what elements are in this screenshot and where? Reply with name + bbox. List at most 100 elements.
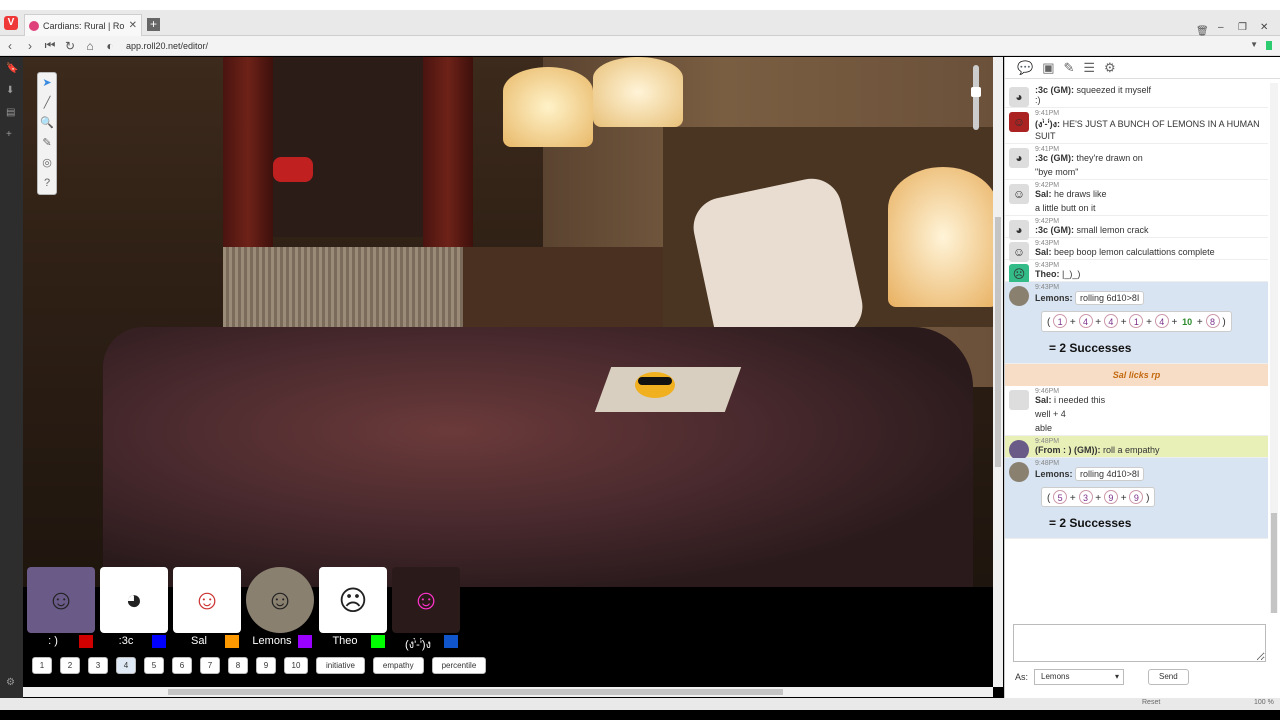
chat-message: ◕ :3c (GM): squeezed it myself :) <box>1005 83 1268 108</box>
avatar: ◕ <box>100 567 168 633</box>
player-color[interactable] <box>371 635 385 648</box>
send-button[interactable]: Send <box>1148 669 1189 685</box>
forward-icon[interactable]: › <box>20 39 40 53</box>
scroll-thumb[interactable] <box>995 217 1001 467</box>
chat-log[interactable]: ◕ :3c (GM): squeezed it myself :) ☺ 9:41… <box>1005 83 1268 613</box>
address-dropdown-icon[interactable]: ▼ <box>1250 40 1258 49</box>
avatar: ☺ <box>1009 112 1029 132</box>
player-smile[interactable]: ☺ : ) <box>27 567 95 649</box>
avatar: ☹ <box>319 567 387 633</box>
browser-tab[interactable]: Cardians: Rural | Roll20 ✕ <box>24 14 142 36</box>
draw-tool-icon[interactable]: ╱ <box>38 93 56 113</box>
url-field[interactable]: app.roll20.net/editor/ <box>126 41 208 51</box>
player-3c[interactable]: ◕ :3c <box>100 567 168 649</box>
chat-message: ☺ 9:41PM (ง'̀-'́)ง: HE'S JUST A BUNCH OF… <box>1005 108 1268 144</box>
art-library-tab-icon[interactable]: ▣ <box>1042 60 1054 76</box>
player-lemons[interactable]: ☺ Lemons <box>246 567 314 649</box>
close-window-icon[interactable]: ✕ <box>1260 22 1268 33</box>
lamp-3 <box>888 167 993 307</box>
avatar: ☺ <box>1009 184 1029 204</box>
chat-message: ☹ 9:43PM Theo: |_)_) <box>1005 260 1268 284</box>
macro-8-button[interactable]: 8 <box>228 657 248 674</box>
macro-1-button[interactable]: 1 <box>32 657 52 674</box>
die-result: 9 <box>1103 490 1118 504</box>
zoom-level: 100 % <box>1254 699 1274 706</box>
bookmark-icon[interactable]: 🔖 <box>6 63 18 74</box>
macro-empathy-button[interactable]: empathy <box>372 657 424 674</box>
back-icon[interactable]: ‹ <box>0 39 20 53</box>
message-text: well + 4 <box>1035 409 1066 419</box>
as-label: As: <box>1015 672 1029 682</box>
scroll-thumb[interactable] <box>168 689 783 695</box>
home-icon[interactable]: ⌂ <box>80 39 100 53</box>
player-color[interactable] <box>79 635 93 648</box>
site-info-icon[interactable]: ◐ <box>100 39 120 53</box>
avatar: ☺ <box>173 567 241 633</box>
zoom-slider[interactable] <box>973 65 979 130</box>
player-list: ☺ : ) ◕ :3c ☺ Sal ☺ Lemons ☹ Theo ☺ (ง'̀… <box>27 567 460 651</box>
reset-zoom-button[interactable]: Reset <box>1142 699 1160 706</box>
player-fighter[interactable]: ☺ (ง'̀-'́)ง <box>392 567 460 651</box>
message-text: |_)_) <box>1062 269 1081 279</box>
chat-input[interactable] <box>1013 624 1266 662</box>
notes-icon[interactable]: ▤ <box>6 107 15 118</box>
macro-6-button[interactable]: 6 <box>172 657 192 674</box>
avatar: ☺ <box>1009 242 1029 262</box>
reload-icon[interactable]: ↻ <box>60 39 80 53</box>
settings-tab-icon[interactable]: ⚙ <box>1104 60 1116 76</box>
avatar: ◕ <box>1009 148 1029 168</box>
jukebox-tab-icon[interactable]: ☰ <box>1083 60 1095 76</box>
macro-2-button[interactable]: 2 <box>60 657 80 674</box>
player-theo[interactable]: ☹ Theo <box>319 567 387 649</box>
chat-scrollbar[interactable] <box>1270 83 1278 613</box>
macro-3-button[interactable]: 3 <box>88 657 108 674</box>
journal-tab-icon[interactable]: ✎ <box>1063 60 1074 76</box>
message-text: :) <box>1035 95 1041 105</box>
measure-tool-icon[interactable]: ✎ <box>38 133 56 153</box>
die-result: 9 <box>1129 490 1144 504</box>
close-tab-icon[interactable]: ✕ <box>129 20 137 31</box>
select-tool-icon[interactable]: ➤ <box>38 73 56 93</box>
scroll-thumb[interactable] <box>1271 513 1277 613</box>
zoom-tool-icon[interactable]: 🔍 <box>38 113 56 133</box>
settings-icon[interactable]: ⚙ <box>6 677 15 688</box>
message-text: he draws like <box>1054 189 1107 199</box>
macro-5-button[interactable]: 5 <box>144 657 164 674</box>
zoom-slider-knob[interactable] <box>971 87 981 97</box>
player-color[interactable] <box>444 635 458 648</box>
add-panel-icon[interactable]: + <box>6 129 12 140</box>
extension-icon[interactable] <box>1266 41 1272 50</box>
vertical-scrollbar[interactable] <box>993 57 1003 687</box>
macro-10-button[interactable]: 10 <box>284 657 308 674</box>
player-color[interactable] <box>225 635 239 648</box>
minimize-icon[interactable]: ‒ <box>1218 22 1224 33</box>
help-icon[interactable]: ? <box>38 173 56 193</box>
player-color[interactable] <box>298 635 312 648</box>
lemon-token[interactable] <box>635 372 675 398</box>
roll-result: = 2 Successes <box>1049 341 1132 355</box>
selected-value: Lemons <box>1041 672 1070 681</box>
player-sal[interactable]: ☺ Sal <box>173 567 241 649</box>
sidebar-tabs: 💬 ▣ ✎ ☰ ⚙ <box>1005 57 1280 79</box>
roll-formula: rolling 6d10>8I <box>1075 291 1145 305</box>
rewind-icon[interactable]: ⏮ <box>40 38 60 53</box>
horizontal-scrollbar[interactable] <box>23 687 993 697</box>
new-tab-button[interactable]: + <box>147 18 160 31</box>
macro-initiative-button[interactable]: initiative <box>316 657 365 674</box>
message-text: "bye mom" <box>1035 167 1079 177</box>
fog-tool-icon[interactable]: ◎ <box>38 153 56 173</box>
vivaldi-logo-icon[interactable]: V <box>4 16 18 30</box>
roll-formula: rolling 4d10>8I <box>1075 467 1145 481</box>
maximize-icon[interactable]: ❐ <box>1238 22 1247 33</box>
macro-percentile-button[interactable]: percentile <box>431 657 487 674</box>
download-icon[interactable]: ⬇ <box>6 85 14 96</box>
macro-9-button[interactable]: 9 <box>256 657 276 674</box>
speaking-as-select[interactable]: Lemons ▾ <box>1034 669 1125 685</box>
player-color[interactable] <box>152 635 166 648</box>
die-result: 1 <box>1129 314 1144 328</box>
macro-7-button[interactable]: 7 <box>200 657 220 674</box>
player-name: Theo <box>332 635 358 647</box>
avatar: ☹ <box>1009 264 1029 284</box>
chat-tab-icon[interactable]: 💬 <box>1017 60 1033 76</box>
macro-4-button[interactable]: 4 <box>116 657 136 674</box>
